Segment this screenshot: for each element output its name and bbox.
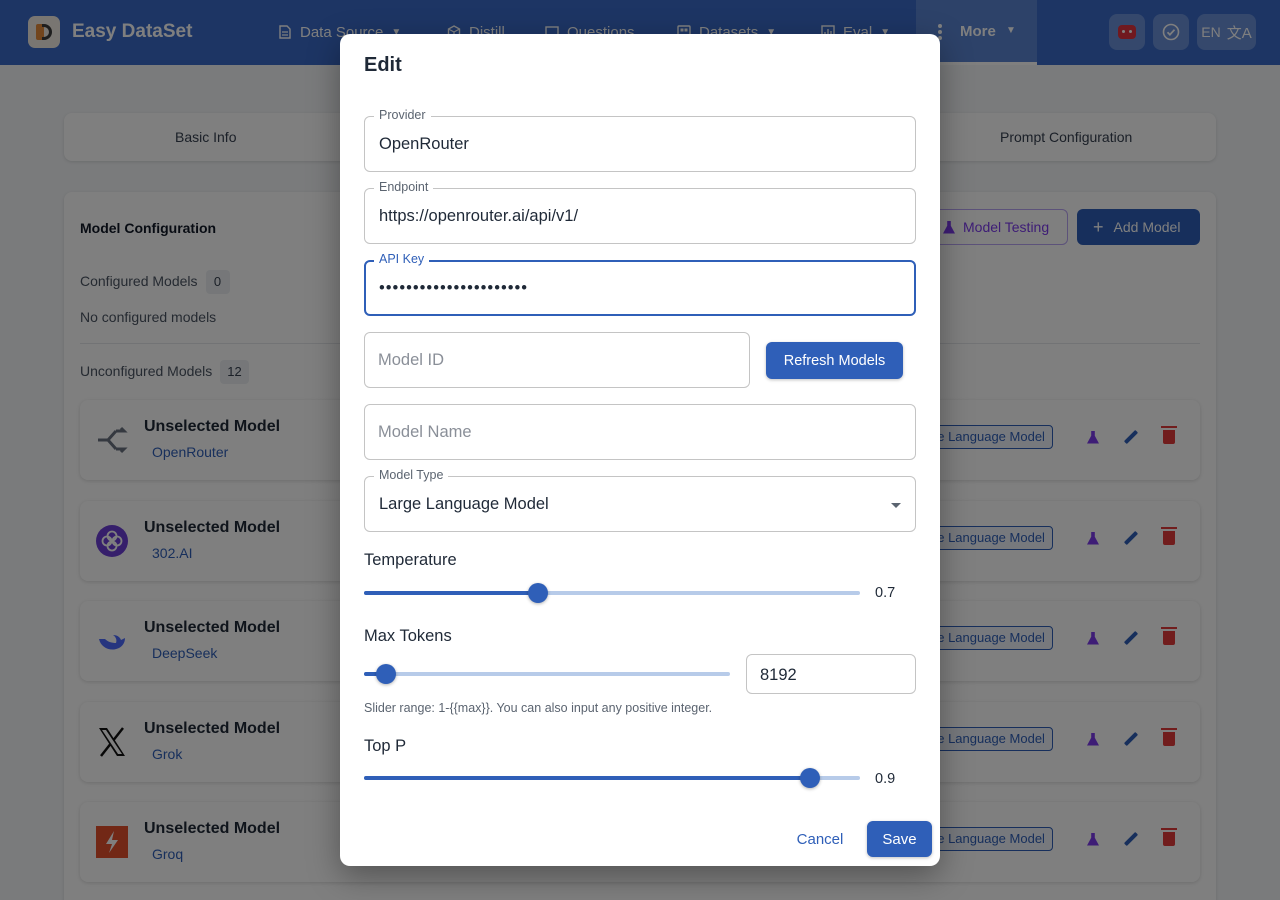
model-name-input[interactable] (378, 420, 873, 444)
top-p-slider[interactable] (364, 768, 860, 788)
slider-thumb[interactable] (375, 664, 396, 684)
edit-model-dialog: Edit Provider OpenRouter Endpoint https:… (340, 34, 940, 866)
api-key-value: •••••••••••••••••••••• (379, 279, 529, 297)
cancel-button[interactable]: Cancel (788, 824, 852, 854)
slider-track (364, 776, 811, 780)
model-id-field[interactable] (364, 332, 750, 388)
temperature-value: 0.7 (875, 585, 896, 601)
top-p-value: 0.9 (875, 771, 896, 787)
max-tokens-slider[interactable] (364, 664, 730, 684)
max-tokens-label: Max Tokens (364, 627, 452, 645)
slider-thumb[interactable] (800, 768, 821, 788)
model-type-select[interactable]: Model Type Large Language Model (364, 468, 916, 532)
temperature-slider[interactable] (364, 583, 860, 603)
slider-thumb[interactable] (527, 583, 548, 603)
save-button[interactable]: Save (867, 821, 932, 857)
dialog-title: Edit (364, 54, 402, 76)
max-tokens-input[interactable] (760, 663, 912, 687)
endpoint-field[interactable]: Endpoint https://openrouter.ai/api/v1/ (364, 180, 916, 244)
refresh-models-button[interactable]: Refresh Models (766, 342, 903, 379)
endpoint-label: Endpoint (374, 180, 434, 194)
max-tokens-hint: Slider range: 1-{{max}}. You can also in… (364, 701, 713, 715)
temperature-label: Temperature (364, 551, 457, 569)
top-p-label: Top P (364, 737, 407, 755)
model-type-label: Model Type (374, 468, 449, 482)
max-tokens-field[interactable] (746, 654, 916, 694)
dropdown-arrow-icon[interactable] (891, 503, 901, 508)
slider-track (364, 591, 538, 595)
model-name-field[interactable] (364, 404, 916, 460)
model-id-input[interactable] (378, 348, 724, 372)
endpoint-value: https://openrouter.ai/api/v1/ (379, 207, 579, 225)
model-type-value: Large Language Model (379, 495, 549, 513)
api-key-field[interactable]: API Key •••••••••••••••••••••• (364, 252, 916, 316)
api-key-label: API Key (374, 252, 430, 266)
slider-rail (364, 672, 730, 676)
provider-field[interactable]: Provider OpenRouter (364, 108, 916, 172)
provider-label: Provider (374, 108, 431, 122)
provider-value: OpenRouter (379, 135, 469, 153)
